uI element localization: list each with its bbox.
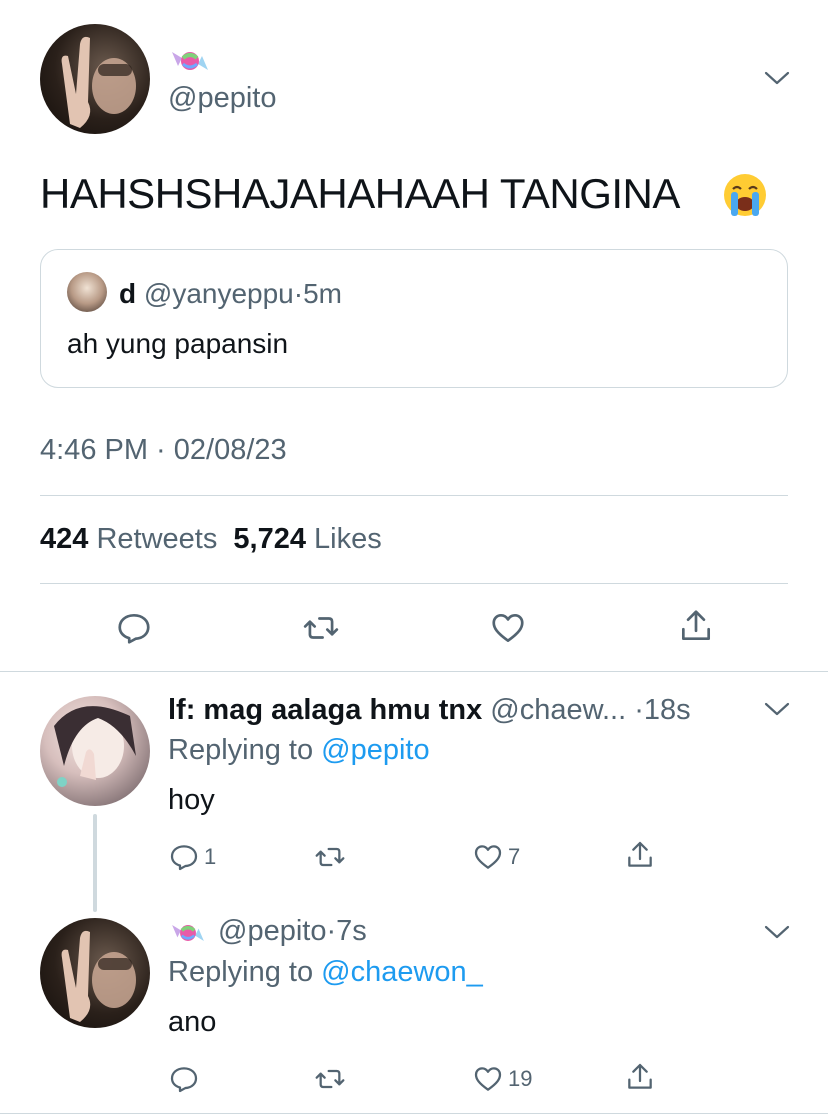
profile-photo-icon [54,706,136,787]
quote-tweet[interactable]: d @yanyeppu·5m ah yung papansin [40,249,788,388]
retweet-button[interactable] [314,1063,350,1095]
quote-name: d [119,278,137,309]
tweet-stats: 424 Retweets 5,724 Likes [40,523,382,556]
retweets-label[interactable]: Retweets [96,523,217,555]
reply-button[interactable] [168,1063,204,1095]
replying-to-mention[interactable]: @chaewon_ [321,956,483,988]
reply-icon [118,613,150,644]
replying-to-mention[interactable]: @pepito [321,734,429,766]
share-button[interactable] [624,839,656,871]
retweet-icon [315,847,345,867]
retweet-button[interactable] [301,608,341,648]
avatar[interactable] [40,696,150,806]
like-button[interactable] [488,608,528,648]
reply-author-handle[interactable]: @pepito [218,915,326,947]
reply-count: 1 [204,844,217,869]
reply-button[interactable] [114,608,154,648]
chevron-down-icon[interactable] [764,701,790,717]
candy-icon [170,44,210,78]
divider [40,583,788,584]
crying-face-icon [722,172,768,218]
reply-time: ·18s [634,694,691,726]
reply-text: hoy [168,784,215,816]
reply-header: @pepito·7s [218,915,367,948]
heart-icon [492,613,524,643]
thread-line [93,814,97,912]
share-icon [628,1063,652,1089]
divider [0,671,828,672]
peace-sign-avatar-icon [61,930,136,1022]
reply-author-handle[interactable]: @chaew... [490,694,626,726]
divider [0,1113,828,1114]
quote-handle: @yanyeppu [143,278,294,309]
chevron-down-icon[interactable] [764,70,790,86]
reply-time: ·7s [326,915,367,947]
reply-author-name[interactable]: lf: mag aalaga hmu tnx [168,694,482,726]
likes-label[interactable]: Likes [314,523,382,555]
retweet-button[interactable] [314,841,350,873]
reply-header: lf: mag aalaga hmu tnx @chaew... ·18s [168,694,691,727]
avatar[interactable] [40,918,150,1028]
replying-to: Replying to @pepito [168,734,430,767]
replying-to-label: Replying to [168,956,314,988]
quote-time: 5m [303,278,342,309]
reply-text: ano [168,1006,217,1038]
author-handle[interactable]: @pepito [168,82,276,115]
share-button[interactable] [624,1061,656,1093]
main-tweet: @pepito HAHSHSHAJAHAHAAH TANGINA d @yany… [0,0,828,671]
reply-icon [170,1067,198,1093]
like-button[interactable]: 19 [472,1063,532,1095]
replying-to: Replying to @chaewon_ [168,956,483,989]
share-icon [681,610,711,641]
divider [40,495,788,496]
like-count: 19 [508,1066,533,1091]
tweet-text: HAHSHSHAJAHAHAAH TANGINA [40,170,680,217]
candy-icon [170,918,206,948]
retweet-icon [315,1069,345,1089]
retweets-count[interactable]: 424 [40,523,88,555]
reply-button[interactable]: 1 [168,841,216,873]
like-count: 7 [508,844,521,869]
reply-icon [170,845,198,871]
share-button[interactable] [676,606,716,646]
heart-icon [474,1067,502,1091]
tweet-timestamp[interactable]: 4:46 PM · 02/08/23 [40,434,287,467]
quote-text: ah yung papansin [67,328,289,359]
chevron-down-icon[interactable] [764,924,790,940]
retweet-icon [303,617,339,639]
likes-count[interactable]: 5,724 [233,523,306,555]
avatar[interactable] [40,24,150,134]
heart-icon [474,845,502,869]
share-icon [628,841,652,867]
like-button[interactable]: 7 [472,841,520,873]
quote-avatar [67,272,107,312]
replying-to-label: Replying to [168,734,314,766]
quote-separator: · [293,278,304,309]
peace-sign-avatar-icon [61,36,136,128]
quote-header: d @yanyeppu·5m [119,278,342,310]
